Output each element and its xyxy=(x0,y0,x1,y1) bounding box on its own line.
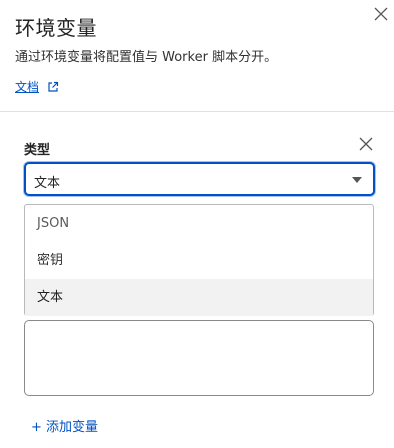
panel-header: 环境变量 通过环境变量将配置值与 Worker 脚本分开。 文档 xyxy=(0,0,394,112)
close-icon[interactable] xyxy=(372,5,390,23)
dropdown-option-text[interactable]: 文本 xyxy=(25,279,373,316)
type-label: 类型 xyxy=(24,143,51,158)
variable-value-textarea[interactable] xyxy=(24,320,374,396)
remove-variable-icon[interactable] xyxy=(357,135,375,153)
type-select-value: 文本 xyxy=(34,176,61,191)
dropdown-option-secret[interactable]: 密钥 xyxy=(25,242,373,279)
caret-down-icon xyxy=(352,177,362,183)
dropdown-option-json[interactable]: JSON xyxy=(25,205,373,242)
docs-link-label: 文档 xyxy=(15,80,40,94)
panel-description: 通过环境变量将配置值与 Worker 脚本分开。 xyxy=(15,50,278,65)
panel-title: 环境变量 xyxy=(15,16,97,40)
docs-link[interactable]: 文档 xyxy=(15,78,59,95)
type-select[interactable]: 文本 xyxy=(24,162,375,196)
add-variable-button[interactable]: + 添加变量 xyxy=(31,416,98,435)
type-dropdown-menu: JSON 密钥 文本 xyxy=(24,204,374,316)
external-link-icon xyxy=(48,81,59,92)
